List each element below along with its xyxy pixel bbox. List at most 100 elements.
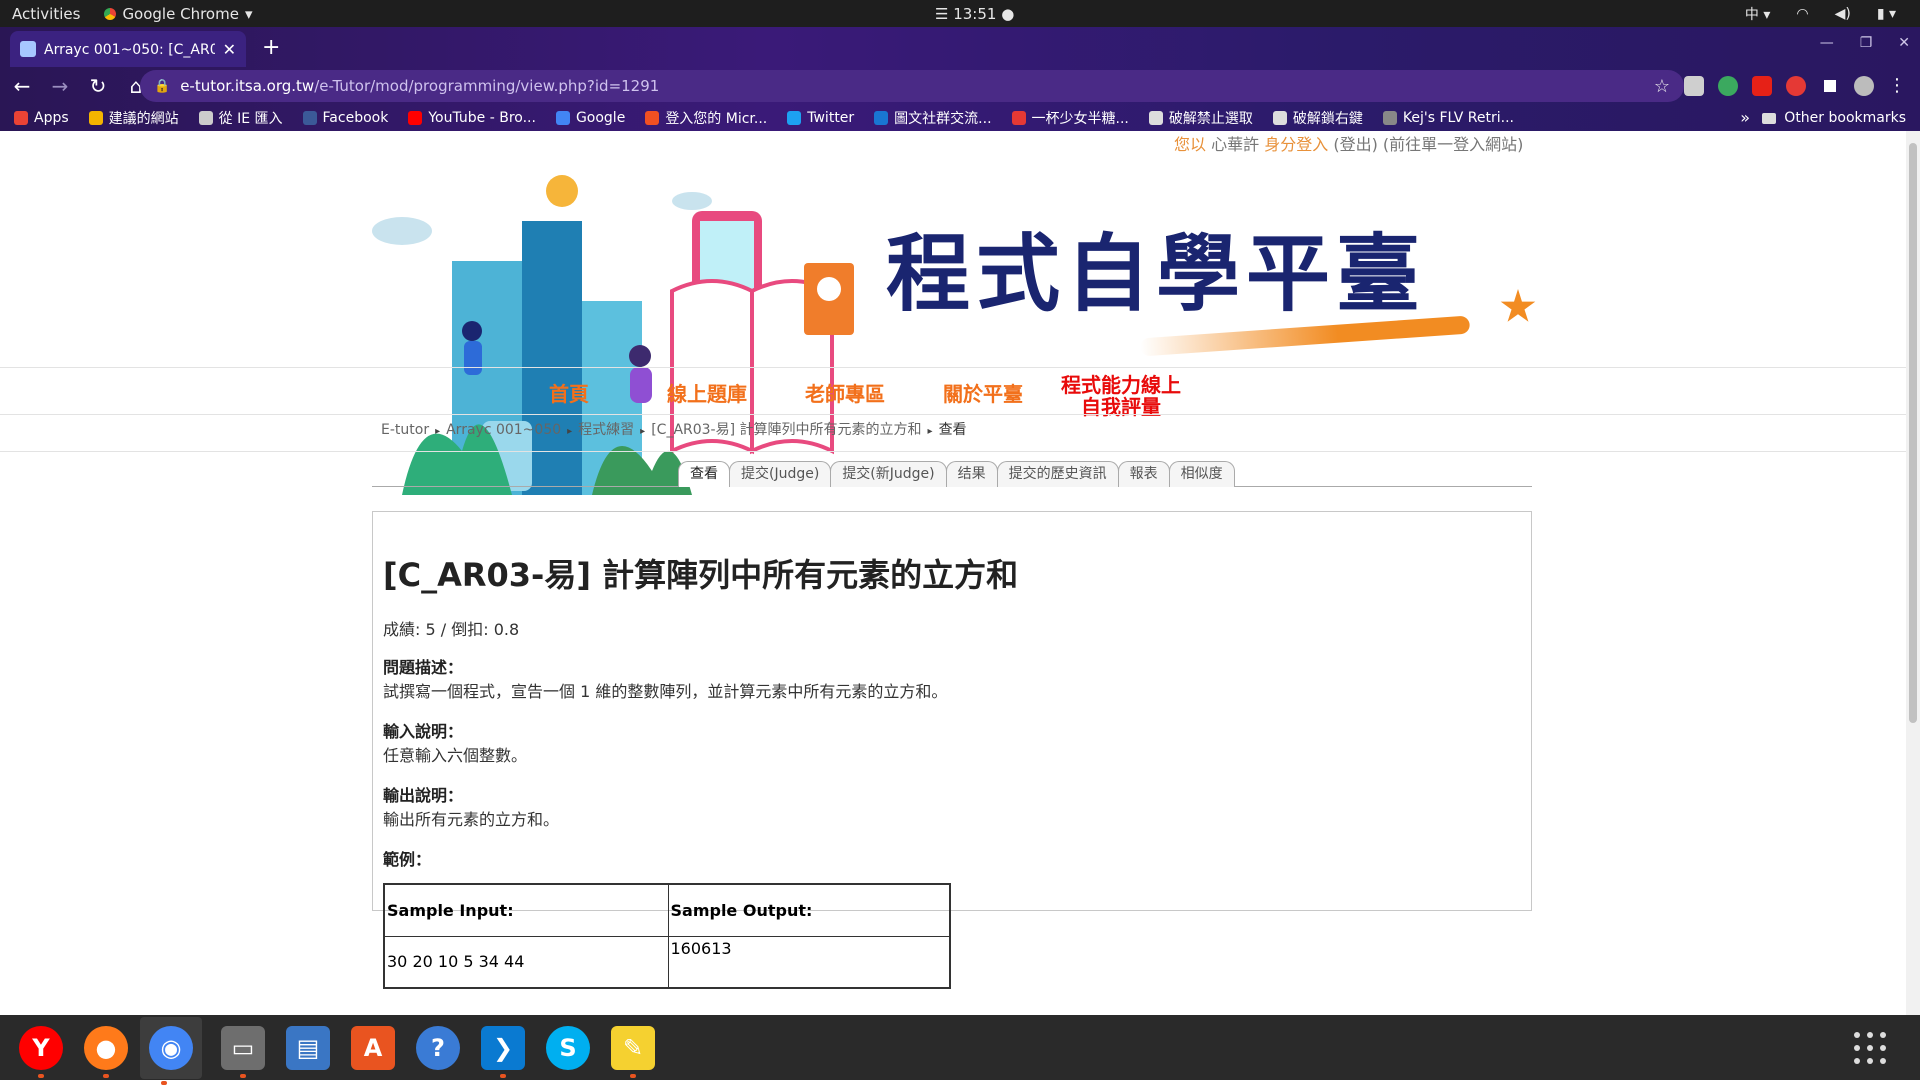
more-bookmarks-icon[interactable]: » [1740,108,1750,127]
yandex-browser-icon[interactable]: Y [17,1024,65,1078]
divider [0,367,1906,368]
bookmark-item[interactable]: 破解鎖右鍵 [1272,108,1363,128]
tab-view[interactable]: 查看 [678,461,730,487]
bookmark-item[interactable]: Facebook [302,110,388,126]
other-bookmarks-label: Other bookmarks [1784,110,1906,126]
extension-youtube-icon[interactable] [1752,76,1772,96]
bookmark-item[interactable]: Apps [14,110,69,126]
extension-hand-icon[interactable] [1786,76,1806,96]
bookmark-item[interactable]: Kej's FLV Retri... [1382,110,1515,126]
files-icon[interactable]: ▭ [219,1024,267,1078]
minimize-icon[interactable]: — [1820,35,1834,51]
breadcrumb-programming[interactable]: 程式練習 [578,422,634,438]
bookmark-item[interactable]: 一杯少女半糖... [1011,108,1129,128]
browser-menu-icon[interactable]: ⋮ [1888,76,1906,96]
breadcrumb-course[interactable]: Arrayc 001~050 [446,422,561,438]
bookmark-item[interactable]: 圖文社群交流... [874,108,992,128]
extensions-puzzle-icon[interactable] [1824,80,1836,92]
input-label: 輸入說明： [383,722,464,741]
system-tray[interactable]: 中 ▾ ◠ ◀) ▮ ▾ [1745,4,1896,24]
tab-submit-new-judge[interactable]: 提交(新Judge) [830,461,947,487]
profile-avatar-icon[interactable] [1854,76,1874,96]
vscode-icon-glyph: ❯ [481,1025,525,1070]
forward-arrow-icon[interactable]: → [44,74,76,98]
input-text: 任意輸入六個整數。 [383,746,528,765]
back-arrow-icon[interactable]: ← [6,74,38,98]
new-tab-button[interactable]: + [262,35,280,60]
sample-input-value: 30 20 10 5 34 44 [383,935,669,989]
activities-button[interactable]: Activities [12,5,80,23]
input-method-indicator[interactable]: 中 ▾ [1745,4,1770,24]
firefox-icon-glyph: ● [84,1025,128,1070]
breadcrumb-problem[interactable]: [C_AR03-易] 計算陣列中所有元素的立方和 [651,422,921,438]
maximize-icon[interactable]: ❐ [1860,35,1873,51]
bookmark-favicon-icon [1011,111,1026,125]
window-controls: — ❐ ✕ [1820,35,1910,51]
menu-question-bank[interactable]: 線上題庫 [638,374,776,418]
yandex-browser-icon-glyph: Y [19,1025,63,1070]
bookmark-favicon-icon [408,111,423,125]
bookmark-item[interactable]: 從 IE 匯入 [198,108,283,128]
show-applications-icon[interactable] [1854,1032,1886,1064]
bookmark-item[interactable]: Google [555,110,625,126]
tab-submit-judge[interactable]: 提交(Judge) [729,461,832,487]
bookmark-item[interactable]: Twitter [787,110,854,126]
sample-input-header: Sample Input: [383,883,669,937]
menu-about[interactable]: 關於平臺 [914,374,1052,418]
wifi-icon[interactable]: ◠ [1796,6,1808,22]
bookmark-item[interactable]: 破解禁止選取 [1148,108,1253,128]
extension-chat-icon[interactable] [1684,76,1704,96]
tab-similarity[interactable]: 相似度 [1168,461,1235,487]
bookmark-star-icon[interactable]: ☆ [1654,76,1670,97]
volume-icon[interactable]: ◀) [1835,6,1851,22]
browser-chrome: Arrayc 001~050: [C_AR03-易] ✕ + — ❐ ✕ ← →… [0,27,1920,131]
menu-home[interactable]: 首頁 [500,374,638,418]
app-menu[interactable]: Google Chrome ▾ [104,5,252,23]
example-label: 範例： [383,850,432,869]
chrome-icon[interactable]: ◉ [140,1016,202,1085]
running-indicator [630,1073,636,1078]
battery-icon[interactable]: ▮ ▾ [1877,6,1896,22]
clock[interactable]: ☰ 13:51 ● [935,5,1014,23]
main-menu: 首頁 線上題庫 老師專區 關於平臺 程式能力線上 自我評量 [500,374,1190,418]
vscode-icon[interactable]: ❯ [479,1024,527,1078]
help-icon[interactable]: ? [414,1024,462,1072]
close-tab-icon[interactable]: ✕ [223,40,236,59]
tab-submission-history[interactable]: 提交的歷史資訊 [996,461,1119,487]
divider [0,414,1906,415]
skype-icon[interactable]: S [544,1024,592,1072]
breadcrumb-etutor[interactable]: E-tutor [381,422,429,438]
image-viewer-icon[interactable]: ▤ [284,1024,332,1072]
scrollbar-thumb[interactable] [1909,143,1917,723]
bookmark-label: Kej's FLV Retri... [1402,110,1515,126]
menu-self-assessment[interactable]: 程式能力線上 自我評量 [1052,374,1190,418]
skype-icon-glyph: S [546,1025,590,1070]
sample-table: Sample Input: Sample Output: 30 20 10 5 … [383,883,951,989]
extension-shield-icon[interactable] [1718,76,1738,96]
apps-grid-icon [14,111,28,125]
lock-icon[interactable]: 🔒 [154,79,170,94]
running-indicator [161,1080,167,1085]
close-window-icon[interactable]: ✕ [1898,35,1910,51]
bookmark-favicon-icon [1382,111,1397,125]
bookmark-item[interactable]: YouTube - Bro... [408,110,536,126]
other-bookmarks-folder[interactable]: Other bookmarks [1762,110,1906,126]
browser-tab-active[interactable]: Arrayc 001~050: [C_AR03-易] ✕ [10,31,246,67]
tab-results[interactable]: 结果 [945,461,998,487]
bookmark-item[interactable]: 登入您的 Micr... [645,108,767,128]
bookmark-item[interactable]: 建議的網站 [88,108,179,128]
page-scrollbar[interactable] [1906,131,1920,1015]
reload-icon[interactable]: ↻ [82,74,114,98]
breadcrumb-separator-icon: ▸ [435,426,441,437]
tab-report[interactable]: 報表 [1117,461,1170,487]
bookmark-label: Apps [34,110,69,126]
text-editor-icon[interactable]: ✎ [609,1024,657,1078]
address-bar[interactable]: 🔒 e-tutor.itsa.org.tw/e-Tutor/mod/progra… [140,70,1684,102]
site-banner[interactable]: 程式自學平臺 [372,151,1536,495]
software-center-icon[interactable]: A [349,1024,397,1072]
bookmark-label: Twitter [807,110,855,126]
firefox-icon[interactable]: ● [82,1024,130,1078]
menu-teacher-area[interactable]: 老師專區 [776,374,914,418]
description-text: 試撰寫一個程式，宣告一個 1 維的整數陣列，並計算元素中所有元素的立方和。 [383,682,948,701]
chrome-small-icon [104,7,117,20]
